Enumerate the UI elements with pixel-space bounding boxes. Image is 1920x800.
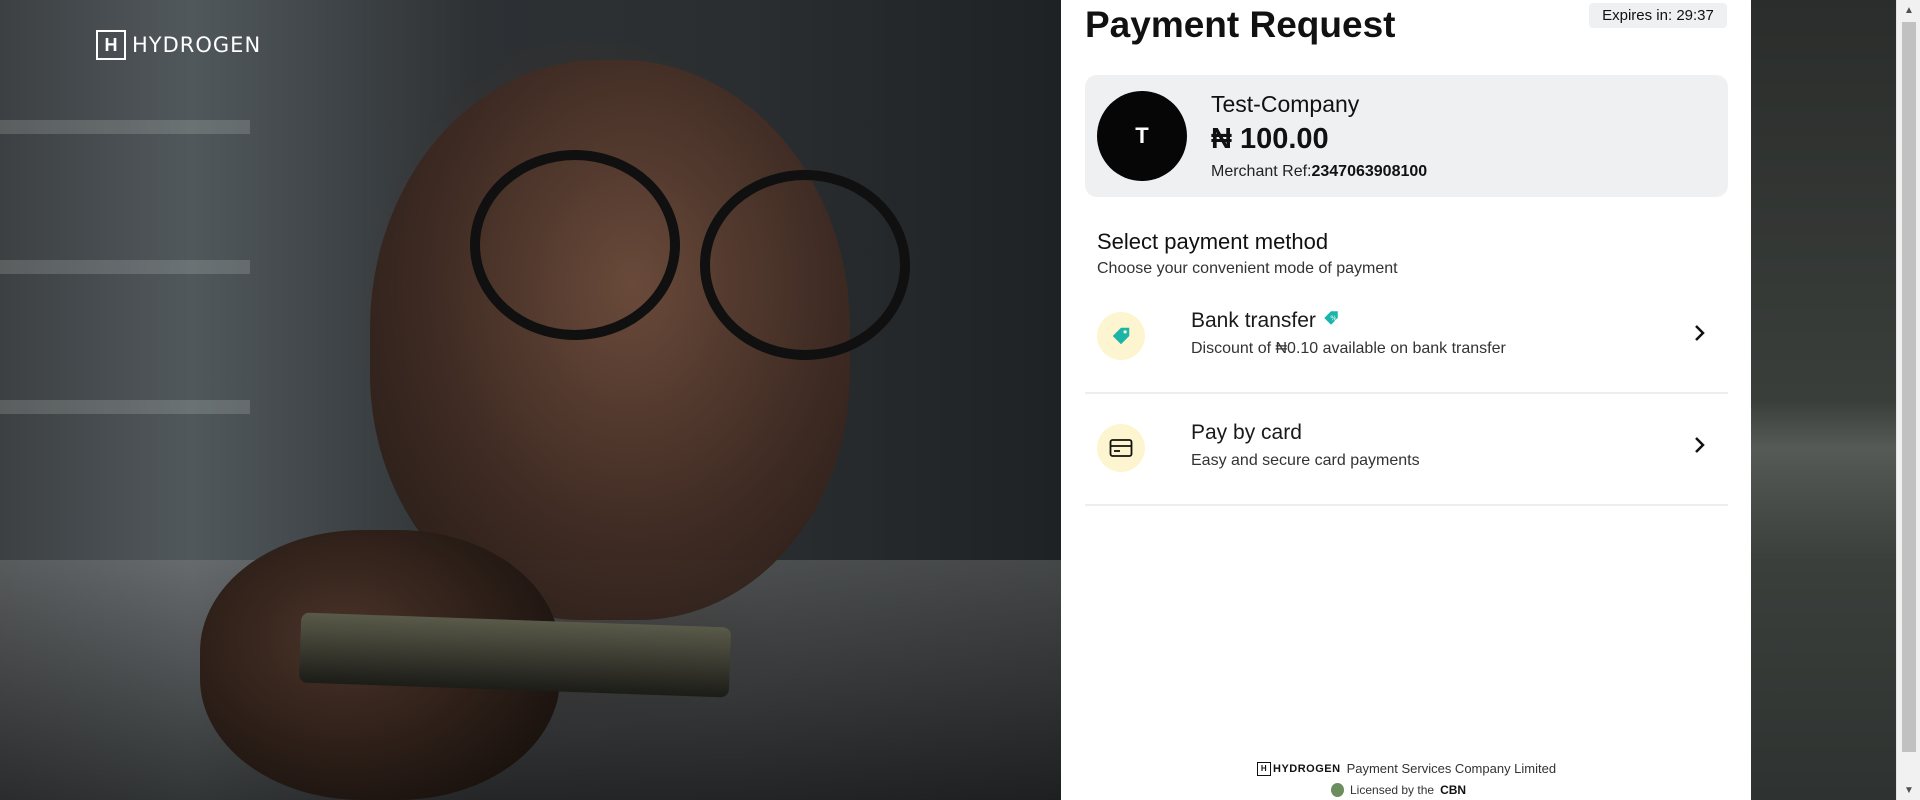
background-glasses-left	[470, 150, 680, 340]
payment-method-bank-transfer[interactable]: Bank transfer % Discount of ₦0.10 availa…	[1085, 282, 1728, 394]
page-title: Payment Request	[1085, 4, 1396, 45]
currency-symbol: ₦	[1211, 123, 1232, 155]
chevron-right-icon	[1689, 434, 1711, 456]
footer-company-name: Payment Services Company Limited	[1346, 761, 1557, 776]
method-subtitle: Discount of ₦0.10 available on bank tran…	[1191, 340, 1506, 357]
scroll-up-arrow-icon[interactable]: ▲	[1897, 0, 1920, 20]
background-shelf	[0, 400, 250, 414]
merchant-card: T Test-Company ₦ 100.00 Merchant Ref:234…	[1085, 75, 1728, 197]
method-title-label: Pay by card	[1191, 421, 1302, 444]
tag-icon	[1097, 312, 1145, 360]
method-title: Pay by card	[1191, 421, 1302, 445]
background-card	[298, 612, 732, 698]
payment-panel: Payment Request Expires in: 29:37 T Test…	[1061, 0, 1751, 800]
footer-logo-text: HYDROGEN	[1273, 762, 1341, 775]
merchant-name: Test-Company	[1211, 91, 1360, 117]
scroll-down-arrow-icon[interactable]: ▼	[1897, 780, 1920, 800]
merchant-ref-label: Merchant Ref:	[1211, 163, 1312, 180]
method-title-label: Bank transfer	[1191, 309, 1316, 332]
background-right-strip	[1751, 0, 1896, 800]
payment-method-card[interactable]: Pay by card Easy and secure card payment…	[1085, 394, 1728, 506]
select-method-subtitle: Choose your convenient mode of payment	[1097, 260, 1398, 277]
svg-text:%: %	[1330, 314, 1337, 322]
credit-card-icon	[1097, 424, 1145, 472]
footer-license: Licensed by the CBN	[1331, 783, 1466, 797]
brand-logo: H HYDROGEN	[96, 30, 261, 60]
method-title: Bank transfer %	[1191, 309, 1340, 333]
scrollbar-thumb[interactable]	[1902, 22, 1916, 752]
background-photo	[0, 0, 1061, 800]
select-method-title: Select payment method	[1097, 229, 1329, 254]
amount-value: 100.00	[1239, 123, 1329, 155]
chevron-right-icon	[1689, 322, 1711, 344]
licensed-prefix: Licensed by the	[1350, 783, 1435, 797]
merchant-ref-value: 2347063908100	[1311, 163, 1428, 180]
page-scrollbar[interactable]: ▲ ▼	[1896, 0, 1920, 800]
footer-company: H HYDROGEN Payment Services Company Limi…	[1257, 761, 1556, 776]
logo-mark-icon: H	[96, 30, 126, 60]
expiry-badge: Expires in: 29:37	[1589, 3, 1727, 28]
licensed-by: CBN	[1440, 783, 1467, 797]
merchant-ref: Merchant Ref:2347063908100	[1211, 163, 1427, 181]
merchant-amount: ₦ 100.00	[1211, 123, 1329, 156]
background-glasses-right	[700, 170, 910, 360]
merchant-avatar: T	[1097, 91, 1187, 181]
footer-logo-mark-icon: H	[1257, 761, 1271, 776]
logo-text: HYDROGEN	[132, 33, 262, 57]
background-shelf	[0, 260, 250, 274]
method-subtitle: Easy and secure card payments	[1191, 452, 1420, 469]
background-shelf	[0, 120, 250, 134]
footer-logo: H HYDROGEN	[1257, 761, 1341, 776]
cbn-logo-icon	[1331, 783, 1344, 797]
discount-tag-icon: %	[1322, 309, 1340, 333]
